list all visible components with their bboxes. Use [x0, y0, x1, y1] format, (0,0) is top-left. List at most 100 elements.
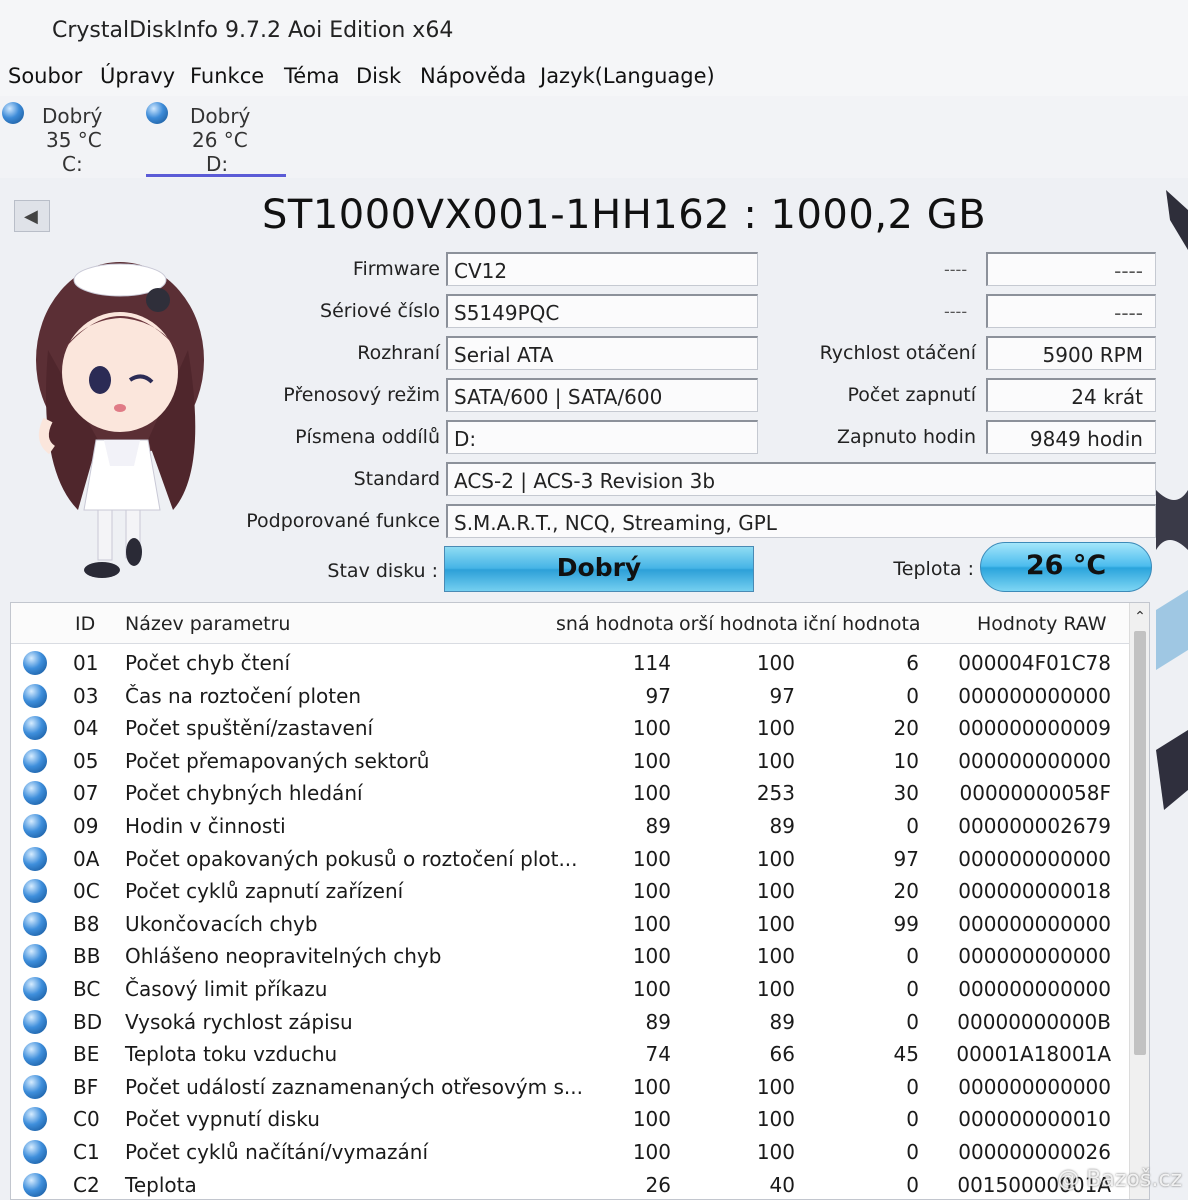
- current-value: 74: [645, 1042, 671, 1067]
- window-title: CrystalDiskInfo 9.7.2 Aoi Edition x64: [52, 18, 454, 43]
- current-value: 100: [632, 716, 671, 741]
- arrow-left-icon: ◀: [24, 206, 38, 227]
- drive-letter: C:: [62, 152, 83, 176]
- status-good-icon: [23, 1172, 47, 1197]
- raw-value: 000000000000: [958, 846, 1111, 871]
- menu-upravy[interactable]: Úpravy: [100, 64, 175, 88]
- threshold-value: 10: [893, 748, 919, 773]
- smart-attributes-table[interactable]: ID Název parametru sná hodnota orší hodn…: [10, 602, 1150, 1200]
- temperature-label: Teplota :: [893, 558, 974, 580]
- attribute-name: Ukončovacích chyb: [125, 911, 318, 936]
- table-row[interactable]: C2 Teplota 26 40 0 00150000001A: [11, 1169, 1129, 1199]
- table-row[interactable]: BF Počet událostí zaznamenaných otřesovým…: [11, 1071, 1129, 1104]
- column-header-current[interactable]: sná hodnota: [556, 613, 674, 635]
- attribute-name: Časový limit příkazu: [125, 977, 328, 1001]
- current-value: 100: [632, 1074, 671, 1099]
- menu-jazyk[interactable]: Jazyk(Language): [540, 64, 715, 88]
- table-row[interactable]: 0A Počet opakovaných pokusů o roztočení p…: [11, 843, 1129, 876]
- column-header-name[interactable]: Název parametru: [125, 613, 290, 635]
- attribute-name: Počet cyklů zapnutí zařízení: [125, 879, 404, 904]
- column-header-worst[interactable]: orší hodnota: [679, 613, 798, 635]
- table-row[interactable]: BB Ohlášeno neopravitelných chyb 100 100 0 00…: [11, 940, 1129, 973]
- current-value: 100: [632, 944, 671, 969]
- attribute-id: BC: [73, 977, 101, 1001]
- previous-disk-button[interactable]: ◀: [14, 200, 50, 232]
- attribute-id: C1: [73, 1140, 100, 1164]
- attribute-name: Teplota: [125, 1172, 197, 1197]
- column-header-threshold[interactable]: iční hodnota: [803, 613, 921, 635]
- table-row[interactable]: 03 Čas na roztočení ploten 97 97 0 0000000000…: [11, 680, 1129, 713]
- table-row[interactable]: BD Vysoká rychlost zápisu 89 89 0 00000000000…: [11, 1006, 1129, 1039]
- attribute-name: Počet chyb čtení: [125, 651, 291, 675]
- drive-c-button[interactable]: Dobrý 35 °C C:: [2, 100, 142, 176]
- attribute-name: Počet chybných hledání: [125, 781, 363, 806]
- threshold-value: 97: [893, 846, 919, 871]
- table-row[interactable]: 07 Počet chybných hledání 100 253 30 00000000…: [11, 777, 1129, 810]
- worst-value: 100: [756, 944, 795, 969]
- threshold-value: 0: [906, 1009, 919, 1034]
- table-row[interactable]: 01 Počet chyb čtení 114 100 6 000004F01C78: [11, 647, 1129, 680]
- menu-tema[interactable]: Téma: [284, 64, 340, 88]
- threshold-value: 0: [906, 1074, 919, 1099]
- attribute-id: BD: [73, 1009, 103, 1034]
- drive-d-button[interactable]: Dobrý 26 °C D:: [146, 100, 286, 177]
- power-on-hours-label: Zapnuto hodin: [837, 426, 976, 448]
- table-row[interactable]: 05 Počet přemapovaných sektorů 100 100 10 000…: [11, 745, 1129, 778]
- current-value: 100: [632, 1107, 671, 1132]
- worst-value: 66: [769, 1042, 795, 1067]
- health-status-button[interactable]: Dobrý: [444, 546, 754, 592]
- attribute-id: BF: [73, 1074, 99, 1099]
- menu-funkce[interactable]: Funkce: [190, 64, 264, 88]
- menu-soubor[interactable]: Soubor: [8, 64, 82, 88]
- table-row[interactable]: BC Časový limit příkazu 100 100 0 00000000000…: [11, 973, 1129, 1006]
- worst-value: 100: [756, 651, 795, 675]
- attribute-id: 04: [73, 716, 99, 741]
- worst-value: 100: [756, 716, 795, 741]
- empty-value: ----: [986, 252, 1156, 286]
- attribute-name: Počet přemapovaných sektorů: [125, 748, 430, 773]
- drive-status: Dobrý: [42, 104, 103, 128]
- table-row[interactable]: B8 Ukončovacích chyb 100 100 99 000000000000: [11, 908, 1129, 941]
- threshold-value: 45: [893, 1042, 919, 1067]
- table-row[interactable]: C0 Počet vypnutí disku 100 100 0 000000000010: [11, 1103, 1129, 1136]
- threshold-value: 0: [906, 1140, 919, 1164]
- scroll-thumb[interactable]: [1134, 631, 1146, 1055]
- watermark: @ Bazoš.cz: [1057, 1167, 1182, 1192]
- background-art: [1156, 190, 1188, 810]
- current-value: 89: [645, 814, 671, 838]
- column-header-raw[interactable]: Hodnoty RAW: [977, 613, 1107, 635]
- firmware-label: Firmware: [352, 258, 440, 280]
- table-scrollbar[interactable]: ⌃: [1129, 603, 1149, 1199]
- scroll-up-icon[interactable]: ⌃: [1132, 609, 1148, 625]
- attribute-name: Počet opakovaných pokusů o roztočení plo…: [125, 846, 578, 871]
- worst-value: 100: [756, 846, 795, 871]
- rotation-speed-label: Rychlost otáčení: [819, 342, 976, 364]
- attribute-id: B8: [73, 911, 100, 936]
- table-row[interactable]: 04 Počet spuštění/zastavení 100 100 20 000000…: [11, 712, 1129, 745]
- attribute-name: Teplota toku vzduchu: [125, 1042, 338, 1067]
- table-row[interactable]: 0C Počet cyklů zapnutí zařízení 100 100 20 00…: [11, 875, 1129, 908]
- menu-napoveda[interactable]: Nápověda: [420, 64, 526, 88]
- health-status-label: Stav disku :: [327, 560, 438, 582]
- column-header-id[interactable]: ID: [75, 613, 95, 635]
- current-value: 100: [632, 781, 671, 806]
- menu-disk[interactable]: Disk: [356, 64, 401, 88]
- attribute-id: 07: [73, 781, 99, 806]
- status-good-icon: [23, 846, 47, 871]
- health-good-icon: [146, 102, 168, 124]
- table-row[interactable]: 09 Hodin v činnosti 89 89 0 000000002679: [11, 810, 1129, 843]
- attribute-id: C2: [73, 1172, 100, 1197]
- attribute-id: BE: [73, 1042, 100, 1067]
- raw-value: 000000000018: [958, 879, 1111, 904]
- firmware-value: CV12: [446, 252, 758, 286]
- status-good-icon: [23, 781, 47, 806]
- table-row[interactable]: BE Teplota toku vzduchu 74 66 45 00001A18001A: [11, 1038, 1129, 1071]
- table-row[interactable]: C1 Počet cyklů načítání/vymazání 100 100 0 00…: [11, 1136, 1129, 1169]
- temperature-button[interactable]: 26 °C: [980, 542, 1152, 592]
- raw-value: 000000000026: [958, 1140, 1111, 1164]
- raw-value: 000000002679: [958, 814, 1111, 838]
- raw-value: 00001A18001A: [956, 1042, 1111, 1067]
- attribute-name: Čas na roztočení ploten: [125, 683, 362, 708]
- status-good-icon: [23, 1042, 47, 1067]
- attribute-name: Počet vypnutí disku: [125, 1107, 320, 1132]
